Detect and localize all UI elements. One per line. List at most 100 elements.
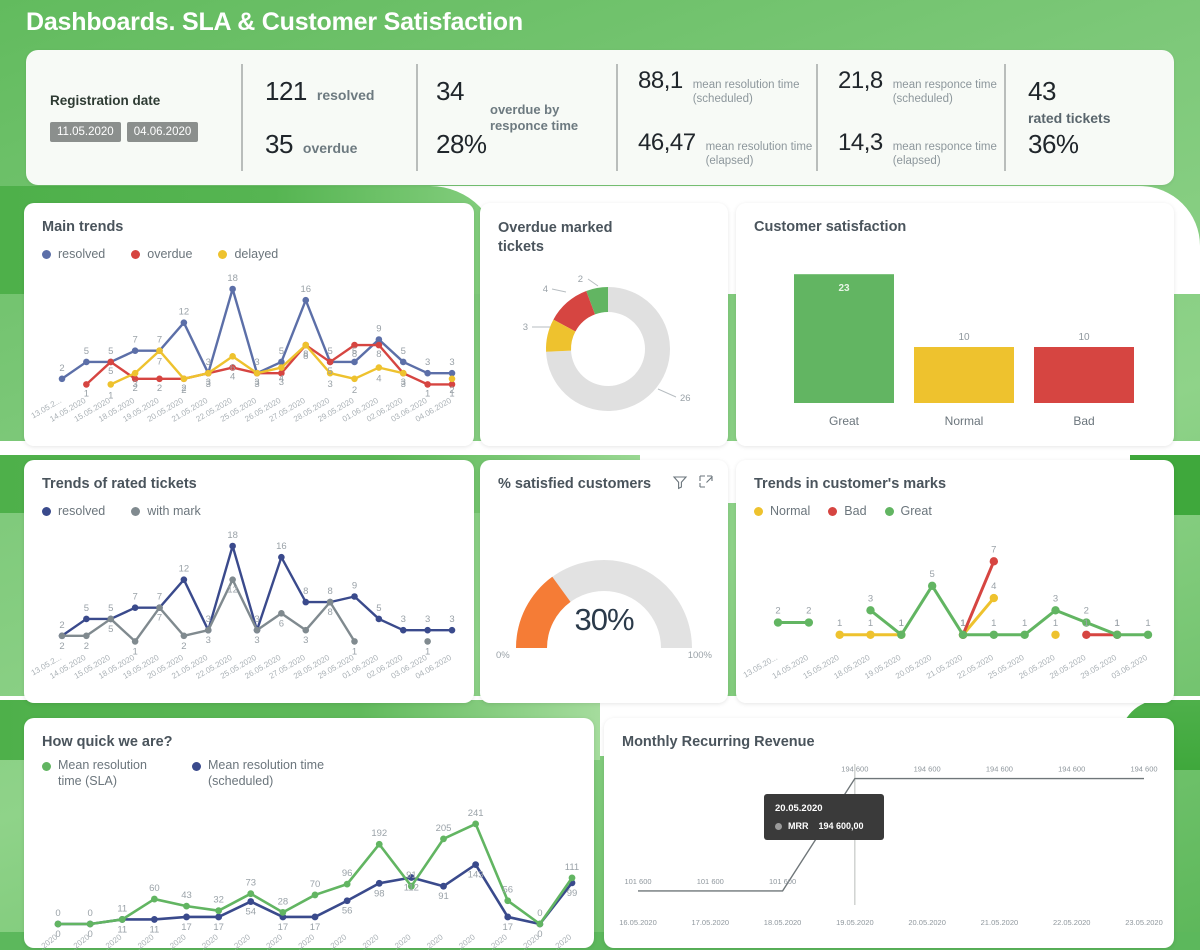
data-point[interactable] bbox=[229, 542, 236, 550]
data-point[interactable] bbox=[472, 861, 480, 868]
rated-trends-plot[interactable]: 25 57 7123183168 8953 3 32 2517231236381 113.05… bbox=[24, 528, 474, 703]
data-point[interactable] bbox=[204, 626, 212, 634]
bar-normal[interactable] bbox=[914, 347, 1014, 403]
data-point[interactable] bbox=[229, 576, 236, 583]
data-point[interactable] bbox=[1051, 630, 1060, 639]
main-trends-plot[interactable]: 25 57 71231835165 5953 3152 2 2343 3858 831 11372… bbox=[24, 271, 474, 446]
legend-item-resolved[interactable]: resolved bbox=[42, 247, 105, 261]
data-point[interactable] bbox=[58, 632, 66, 640]
data-point[interactable] bbox=[424, 626, 431, 634]
data-point[interactable] bbox=[118, 916, 126, 923]
data-point[interactable] bbox=[351, 375, 358, 383]
data-point[interactable] bbox=[504, 913, 512, 921]
data-point[interactable] bbox=[440, 882, 447, 890]
data-point[interactable] bbox=[866, 630, 875, 639]
mrr-plot[interactable]: 101 600 101 600 101 600 194 600 194 600 194 6… bbox=[604, 746, 1174, 941]
data-point[interactable] bbox=[448, 375, 456, 383]
data-point[interactable] bbox=[302, 341, 310, 349]
data-point[interactable] bbox=[958, 630, 968, 639]
data-point[interactable] bbox=[375, 879, 383, 887]
data-point[interactable] bbox=[399, 626, 407, 634]
data-point[interactable] bbox=[536, 920, 544, 928]
data-point[interactable] bbox=[83, 381, 90, 388]
data-point[interactable] bbox=[472, 820, 480, 828]
overdue-donut-plot[interactable]: 2 4 3 26 bbox=[480, 261, 728, 441]
data-point[interactable] bbox=[568, 874, 576, 882]
gauge-plot[interactable] bbox=[480, 508, 728, 688]
data-point[interactable] bbox=[183, 913, 190, 921]
data-point[interactable] bbox=[150, 916, 158, 923]
data-point[interactable] bbox=[83, 358, 90, 366]
data-point[interactable] bbox=[180, 319, 188, 326]
data-point[interactable] bbox=[156, 604, 163, 612]
data-point[interactable] bbox=[247, 898, 255, 905]
data-point[interactable] bbox=[424, 638, 431, 645]
date-range-chips[interactable]: 11.05.2020 04.06.2020 bbox=[50, 122, 241, 142]
data-point[interactable] bbox=[835, 630, 844, 639]
data-point[interactable] bbox=[247, 890, 255, 898]
data-point[interactable] bbox=[1051, 606, 1060, 615]
legend-item-scheduled[interactable]: Mean resolution time (scheduled) bbox=[192, 758, 328, 789]
data-point[interactable] bbox=[180, 632, 188, 640]
data-point[interactable] bbox=[302, 626, 310, 634]
legend-item-with-mark[interactable]: with mark bbox=[131, 504, 201, 518]
data-point[interactable] bbox=[375, 336, 383, 343]
data-point[interactable] bbox=[989, 630, 999, 639]
data-point[interactable] bbox=[279, 908, 287, 916]
data-point[interactable] bbox=[897, 630, 906, 639]
data-point[interactable] bbox=[448, 626, 456, 634]
data-point[interactable] bbox=[107, 615, 115, 623]
data-point[interactable] bbox=[440, 835, 447, 843]
data-point[interactable] bbox=[58, 375, 66, 383]
data-point[interactable] bbox=[253, 369, 261, 377]
data-point[interactable] bbox=[804, 618, 814, 627]
data-point[interactable] bbox=[375, 840, 383, 848]
data-point[interactable] bbox=[131, 369, 139, 377]
data-point[interactable] bbox=[302, 296, 310, 304]
data-point[interactable] bbox=[229, 353, 236, 360]
data-point[interactable] bbox=[204, 369, 212, 377]
data-point[interactable] bbox=[927, 581, 937, 591]
data-point[interactable] bbox=[107, 381, 115, 388]
data-point[interactable] bbox=[131, 347, 139, 355]
data-point[interactable] bbox=[183, 902, 190, 910]
data-point[interactable] bbox=[424, 369, 431, 377]
data-point[interactable] bbox=[1112, 630, 1122, 639]
data-point[interactable] bbox=[399, 369, 407, 377]
data-point[interactable] bbox=[343, 880, 351, 888]
data-point[interactable] bbox=[1020, 630, 1029, 639]
data-point[interactable] bbox=[375, 341, 383, 349]
data-point[interactable] bbox=[278, 610, 285, 617]
data-point[interactable] bbox=[54, 920, 62, 928]
data-point[interactable] bbox=[302, 598, 310, 606]
data-point[interactable] bbox=[504, 897, 512, 905]
data-point[interactable] bbox=[399, 358, 407, 366]
date-from-chip[interactable]: 11.05.2020 bbox=[50, 122, 121, 142]
data-point[interactable] bbox=[180, 576, 188, 583]
legend-item-normal[interactable]: Normal bbox=[754, 504, 810, 518]
data-point[interactable] bbox=[311, 891, 319, 899]
data-point[interactable] bbox=[773, 618, 783, 627]
data-point[interactable] bbox=[866, 606, 875, 615]
legend-item-sla[interactable]: Mean resolution time (SLA) bbox=[42, 758, 170, 789]
customer-satisfaction-plot[interactable]: 23 Great 10 Normal 10 Bad bbox=[736, 243, 1174, 443]
data-point[interactable] bbox=[989, 593, 999, 603]
data-point[interactable] bbox=[156, 347, 163, 355]
data-point[interactable] bbox=[351, 638, 358, 645]
data-point[interactable] bbox=[989, 557, 999, 566]
data-point[interactable] bbox=[180, 375, 188, 383]
data-point[interactable] bbox=[83, 632, 90, 640]
date-to-chip[interactable]: 04.06.2020 bbox=[126, 122, 199, 142]
expand-icon[interactable] bbox=[698, 474, 714, 490]
marks-trends-plot[interactable]: 1 1 1 141171 12 23151 1 1321 113.05.20...14.05.2… bbox=[736, 528, 1174, 703]
filter-icon[interactable] bbox=[672, 474, 688, 490]
data-point[interactable] bbox=[107, 358, 115, 366]
data-point[interactable] bbox=[311, 913, 319, 921]
data-point[interactable] bbox=[229, 285, 236, 293]
legend-item-delayed[interactable]: delayed bbox=[218, 247, 278, 261]
bar-bad[interactable] bbox=[1034, 347, 1134, 403]
legend-item-bad[interactable]: Bad bbox=[828, 504, 867, 518]
data-point[interactable] bbox=[326, 598, 334, 606]
data-point[interactable] bbox=[156, 375, 163, 383]
how-quick-plot[interactable]: 0 0 116043 3273287096192912052415601110 0 11 1… bbox=[24, 790, 594, 950]
